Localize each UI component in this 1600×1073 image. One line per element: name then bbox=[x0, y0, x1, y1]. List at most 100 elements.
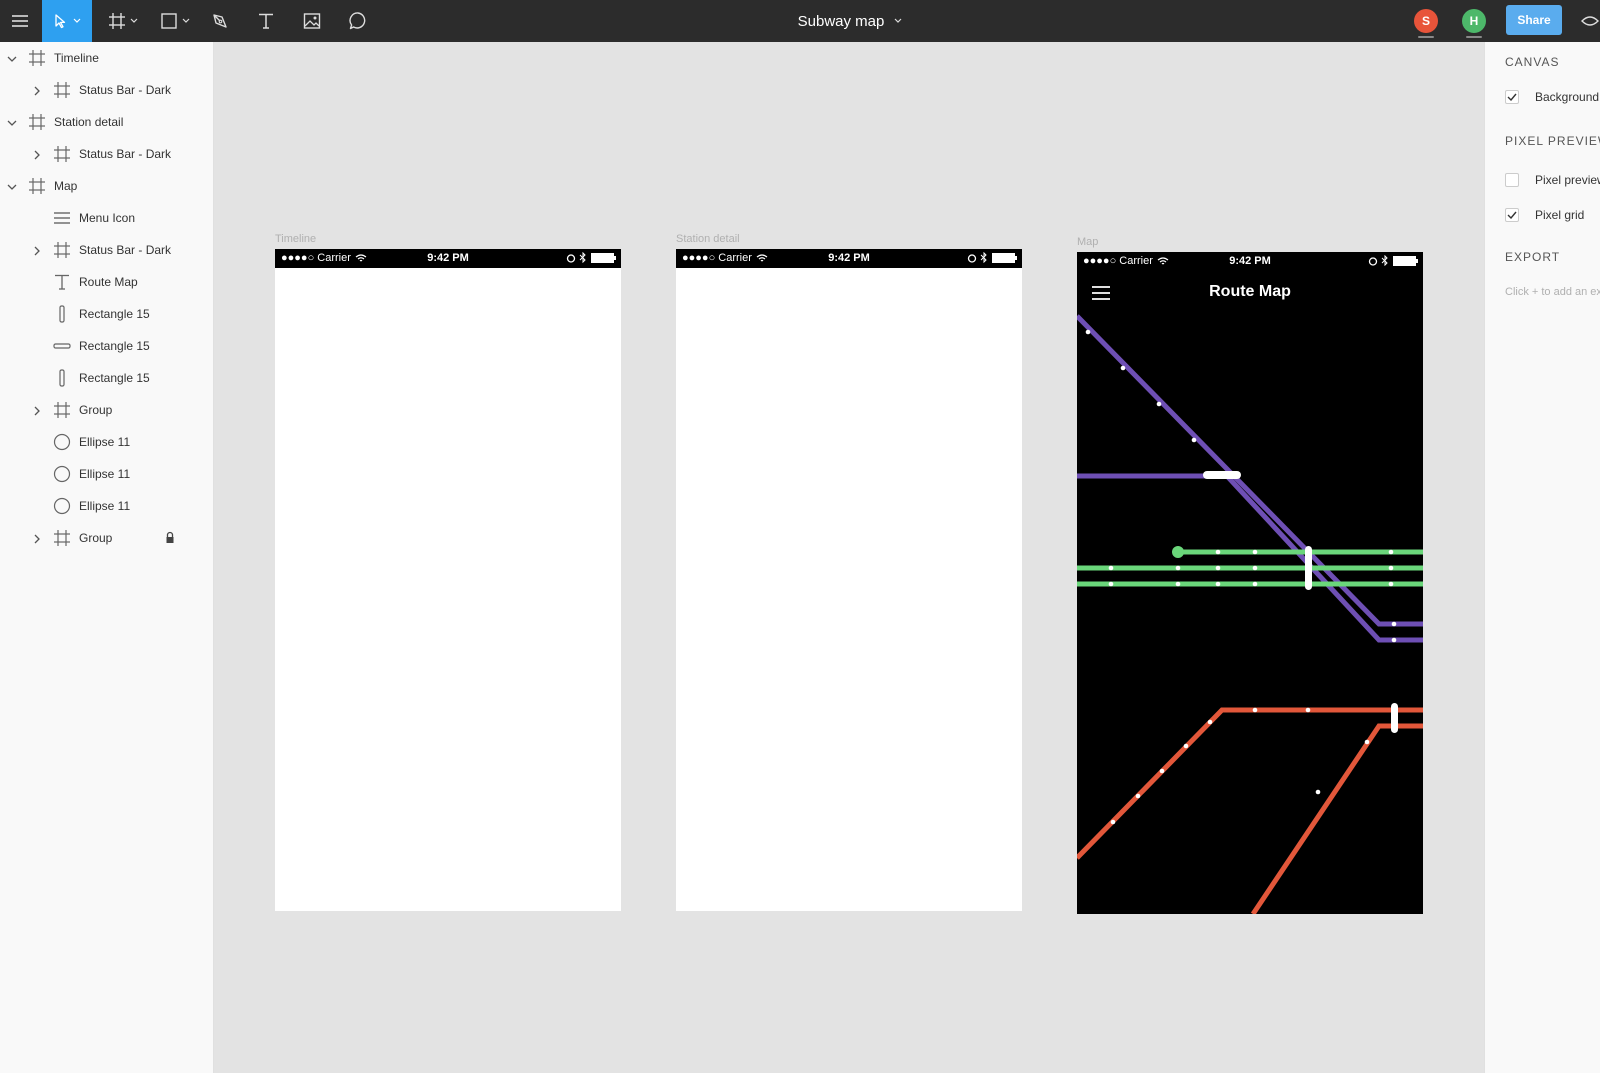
status-bar: ●●●●○ Carrier 9:42 PM bbox=[275, 249, 621, 268]
pixel-preview-label: Pixel preview bbox=[1535, 173, 1600, 187]
layer-row[interactable]: Ellipse 11 bbox=[0, 426, 213, 458]
image-icon bbox=[303, 13, 321, 29]
chevron-down-icon[interactable] bbox=[7, 117, 17, 127]
comment-tool-button[interactable] bbox=[342, 0, 374, 42]
chevron-right-icon[interactable] bbox=[32, 85, 42, 96]
lock-icon[interactable] bbox=[164, 531, 176, 545]
orange-line bbox=[1077, 707, 1423, 860]
ellipse-icon bbox=[53, 433, 71, 451]
pixel-grid-row[interactable]: Pixel grid bbox=[1505, 205, 1584, 225]
layer-row[interactable]: Rectangle 15 bbox=[0, 362, 213, 394]
rectangle-icon bbox=[161, 13, 177, 29]
orange-line bbox=[1250, 723, 1423, 914]
avatar[interactable]: H bbox=[1462, 9, 1486, 33]
frame-tool-button[interactable] bbox=[100, 0, 146, 42]
chevron-right-icon[interactable] bbox=[32, 149, 42, 160]
avatar[interactable]: S bbox=[1414, 9, 1438, 33]
alarm-icon bbox=[967, 253, 977, 263]
avatar-indicator bbox=[1418, 36, 1434, 38]
pixel-preview-checkbox[interactable] bbox=[1505, 173, 1519, 187]
layer-row[interactable]: Status Bar - Dark bbox=[0, 234, 213, 266]
shape-tool-button[interactable] bbox=[152, 0, 198, 42]
view-options-button[interactable] bbox=[1580, 0, 1600, 42]
frame-label-timeline[interactable]: Timeline bbox=[275, 233, 316, 245]
pen-tool-button[interactable] bbox=[204, 0, 236, 42]
properties-panel: CANVAS Background PIXEL PREVIEW Pixel pr… bbox=[1484, 42, 1600, 1073]
text-tool-button[interactable] bbox=[250, 0, 282, 42]
cursor-arrow-icon bbox=[55, 14, 66, 29]
background-row[interactable]: Background bbox=[1505, 87, 1599, 107]
chevron-down-icon[interactable] bbox=[7, 53, 17, 63]
menu-lines-icon bbox=[53, 209, 71, 227]
share-button[interactable]: Share bbox=[1506, 5, 1562, 35]
layer-row[interactable]: Ellipse 11 bbox=[0, 490, 213, 522]
avatar-initial: H bbox=[1469, 14, 1479, 28]
frame-timeline[interactable]: ●●●●○ Carrier 9:42 PM bbox=[275, 249, 621, 911]
comment-bubble-icon bbox=[349, 12, 366, 30]
chevron-down-icon[interactable] bbox=[7, 181, 17, 191]
layer-name: Ellipse 11 bbox=[79, 499, 131, 513]
document-title[interactable]: Subway map bbox=[700, 0, 1000, 42]
chevron-down-icon bbox=[182, 18, 190, 23]
chevron-right-icon[interactable] bbox=[32, 245, 42, 256]
image-tool-button[interactable] bbox=[296, 0, 328, 42]
move-tool-button[interactable] bbox=[42, 0, 92, 42]
text-icon bbox=[53, 273, 71, 291]
chevron-down-icon bbox=[73, 18, 81, 23]
layer-row[interactable]: Group bbox=[0, 394, 213, 426]
layer-row[interactable]: Menu Icon bbox=[0, 202, 213, 234]
transfer-station bbox=[1305, 546, 1312, 590]
layer-name: Group bbox=[79, 403, 113, 417]
layer-row[interactable]: Timeline bbox=[0, 42, 213, 74]
layer-row[interactable]: Station detail bbox=[0, 106, 213, 138]
transfer-station bbox=[1203, 471, 1241, 479]
layer-name: Rectangle 15 bbox=[79, 371, 150, 385]
canvas-section-heading: CANVAS bbox=[1505, 55, 1560, 69]
frame-station-detail[interactable]: ●●●●○ Carrier 9:42 PM bbox=[676, 249, 1022, 911]
layer-name: Ellipse 11 bbox=[79, 435, 131, 449]
transfer-station bbox=[1391, 703, 1398, 733]
layers-panel: Timeline Status Bar - Dark Station detail S… bbox=[0, 42, 214, 1073]
layer-name: Route Map bbox=[79, 275, 138, 289]
battery-icon bbox=[992, 252, 1017, 263]
layer-name: Timeline bbox=[54, 51, 99, 65]
layer-row[interactable]: Status Bar - Dark bbox=[0, 138, 213, 170]
frame-icon bbox=[28, 113, 46, 131]
status-bar: ●●●●○ Carrier 9:42 PM bbox=[676, 249, 1022, 268]
background-checkbox[interactable] bbox=[1505, 90, 1519, 104]
frame-icon bbox=[53, 401, 71, 419]
canvas[interactable]: Timeline ●●●●○ Carrier 9:42 PM Station d… bbox=[214, 42, 1484, 1073]
frame-label-station-detail[interactable]: Station detail bbox=[676, 233, 740, 245]
layer-name: Status Bar - Dark bbox=[79, 243, 172, 257]
pixel-preview-row[interactable]: Pixel preview bbox=[1505, 170, 1600, 190]
status-icons bbox=[967, 252, 1018, 263]
layer-name: Group bbox=[79, 531, 113, 545]
layer-name: Status Bar - Dark bbox=[79, 83, 172, 97]
purple-line bbox=[1077, 314, 1423, 627]
frame-icon bbox=[53, 145, 71, 163]
layer-row[interactable]: Ellipse 11 bbox=[0, 458, 213, 490]
export-section-heading: EXPORT bbox=[1505, 250, 1561, 264]
pixel-grid-checkbox[interactable] bbox=[1505, 208, 1519, 222]
frame-label-map[interactable]: Map bbox=[1077, 236, 1098, 248]
layer-row[interactable]: Map bbox=[0, 170, 213, 202]
hamburger-icon bbox=[12, 15, 28, 27]
text-icon bbox=[259, 13, 273, 29]
chevron-down-icon bbox=[130, 18, 138, 23]
chevron-right-icon[interactable] bbox=[32, 405, 42, 416]
layer-row[interactable]: Route Map bbox=[0, 266, 213, 298]
frame-icon bbox=[53, 81, 71, 99]
layer-row[interactable]: Rectangle 15 bbox=[0, 330, 213, 362]
avatar-initial: S bbox=[1421, 14, 1430, 28]
layer-row[interactable]: Rectangle 15 bbox=[0, 298, 213, 330]
ellipse-icon bbox=[53, 497, 71, 515]
frame-icon bbox=[53, 529, 71, 547]
battery-icon bbox=[591, 252, 616, 263]
chevron-down-icon bbox=[894, 18, 902, 23]
chevron-right-icon[interactable] bbox=[32, 533, 42, 544]
frame-map[interactable]: ●●●●○ Carrier 9:42 PM Route Map bbox=[1077, 252, 1423, 914]
main-menu-button[interactable] bbox=[0, 0, 40, 42]
export-hint: Click + to add an export setting bbox=[1505, 286, 1600, 298]
layer-row[interactable]: Group bbox=[0, 522, 213, 554]
layer-row[interactable]: Status Bar - Dark bbox=[0, 74, 213, 106]
